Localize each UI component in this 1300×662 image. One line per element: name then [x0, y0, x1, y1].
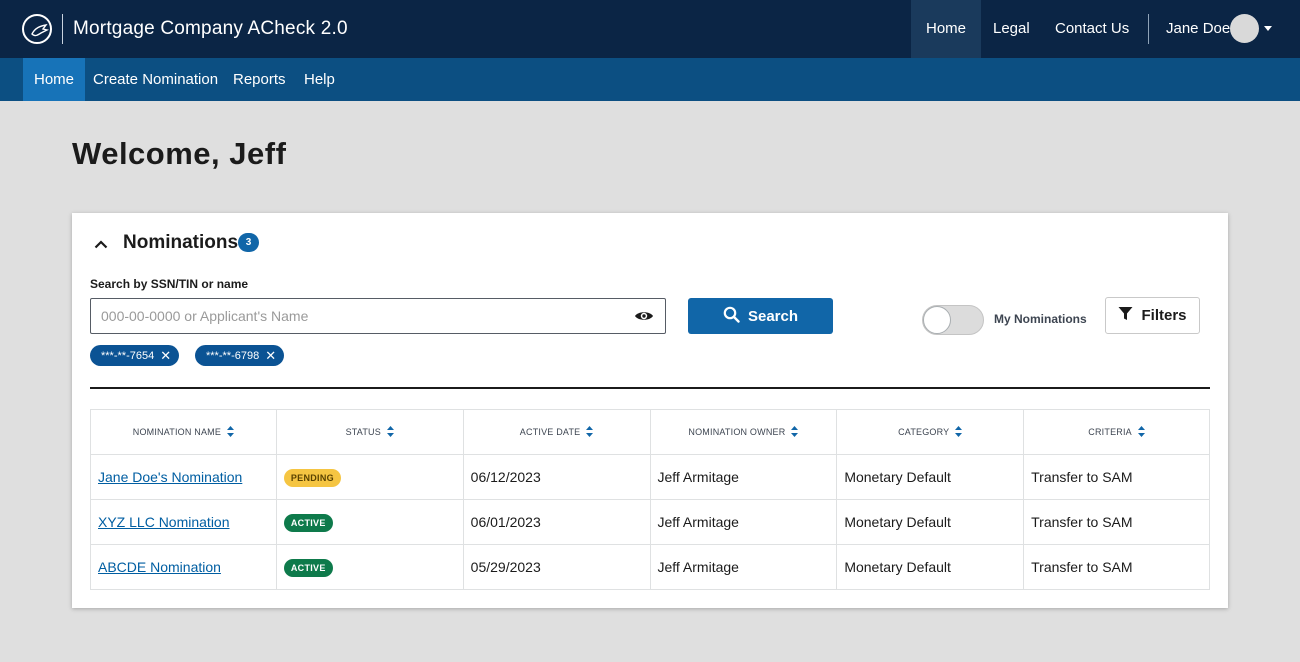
eye-icon[interactable] — [634, 309, 654, 328]
criteria-cell: Transfer to SAM — [1023, 499, 1210, 545]
chevron-down-icon[interactable] — [1264, 26, 1272, 31]
column-header-status[interactable]: STATUS — [275, 409, 464, 455]
column-header-nomination-name[interactable]: NOMINATION NAME — [90, 409, 277, 455]
column-header-active-date[interactable]: ACTIVE DATE — [462, 409, 651, 455]
status-cell: ACTIVE — [275, 544, 464, 590]
table-row: Jane Doe's Nomination PENDING 06/12/2023… — [90, 454, 1210, 500]
category-cell: Monetary Default — [836, 499, 1025, 545]
search-button-label: Search — [747, 307, 799, 325]
top-nav-home[interactable]: Home — [911, 0, 982, 58]
column-header-nomination-owner[interactable]: NOMINATION OWNER — [649, 409, 838, 455]
column-header-label: CATEGORY — [898, 426, 950, 437]
filter-chip: ***-**-6798 ✕ — [195, 345, 285, 366]
sub-nav-help[interactable]: Help — [293, 58, 346, 101]
divider — [90, 387, 1210, 389]
active-date-cell: 05/29/2023 — [462, 544, 651, 590]
company-logo-icon[interactable] — [22, 14, 52, 44]
nomination-name-cell: Jane Doe's Nomination — [90, 454, 277, 500]
status-badge: ACTIVE — [283, 513, 333, 532]
search-icon — [723, 306, 740, 327]
close-icon[interactable]: ✕ — [160, 349, 171, 362]
status-cell: ACTIVE — [275, 499, 464, 545]
nominations-panel: Nominations 3 Search by SSN/TIN or name … — [72, 213, 1228, 608]
column-header-label: ACTIVE DATE — [519, 426, 581, 437]
sort-icon[interactable] — [227, 425, 235, 439]
sub-nav-home[interactable]: Home — [23, 58, 86, 101]
sort-icon[interactable] — [791, 425, 799, 439]
chip-label: ***-**-6798 — [206, 349, 260, 362]
chevron-up-icon[interactable] — [94, 236, 108, 254]
sort-icon[interactable] — [586, 425, 594, 439]
status-badge: PENDING — [283, 468, 341, 487]
nomination-link[interactable]: XYZ LLC Nomination — [98, 514, 230, 530]
user-name[interactable]: Jane Doe — [1166, 20, 1230, 37]
nomination-link[interactable]: ABCDE Nomination — [98, 559, 221, 575]
close-icon[interactable]: ✕ — [265, 349, 276, 362]
column-header-category[interactable]: CATEGORY — [836, 409, 1025, 455]
avatar[interactable] — [1230, 14, 1259, 43]
my-nominations-label: My Nominations — [994, 312, 1087, 326]
criteria-cell: Transfer to SAM — [1023, 454, 1210, 500]
column-header-label: STATUS — [345, 426, 381, 437]
search-input[interactable] — [90, 298, 666, 334]
nominations-table: NOMINATION NAME STATUS ACTIVE DATE NOMIN… — [90, 409, 1210, 590]
search-button[interactable]: Search — [688, 298, 833, 334]
column-header-criteria[interactable]: CRITERIA — [1023, 409, 1210, 455]
count-badge: 3 — [238, 233, 259, 252]
column-header-label: NOMINATION OWNER — [688, 426, 786, 437]
my-nominations-toggle[interactable] — [922, 305, 984, 335]
nomination-link[interactable]: Jane Doe's Nomination — [98, 469, 242, 485]
sort-icon[interactable] — [386, 425, 394, 439]
category-cell: Monetary Default — [836, 454, 1025, 500]
sort-icon[interactable] — [1137, 425, 1145, 439]
chip-label: ***-**-7654 — [101, 349, 155, 362]
column-header-label: CRITERIA — [1088, 426, 1132, 437]
owner-cell: Jeff Armitage — [649, 544, 838, 590]
category-cell: Monetary Default — [836, 544, 1025, 590]
filter-icon — [1118, 306, 1133, 325]
filters-button-label: Filters — [1141, 307, 1187, 324]
sort-icon[interactable] — [955, 425, 963, 439]
active-date-cell: 06/12/2023 — [462, 454, 651, 500]
nomination-name-cell: ABCDE Nomination — [90, 544, 277, 590]
nominations-title[interactable]: Nominations — [123, 232, 238, 254]
filters-button[interactable]: Filters — [1105, 297, 1200, 334]
owner-cell: Jeff Armitage — [649, 454, 838, 500]
status-badge: ACTIVE — [283, 558, 333, 577]
status-cell: PENDING — [275, 454, 464, 500]
sub-nav-create-nomination[interactable]: Create Nomination — [82, 58, 229, 101]
nomination-name-cell: XYZ LLC Nomination — [90, 499, 277, 545]
table-row: XYZ LLC Nomination ACTIVE 06/01/2023 Jef… — [90, 499, 1210, 545]
top-bar: Mortgage Company ACheck 2.0 Home Legal C… — [0, 0, 1300, 58]
top-nav-divider — [1148, 14, 1149, 44]
sub-nav-reports[interactable]: Reports — [222, 58, 297, 101]
secondary-nav: Home Create Nomination Reports Help — [0, 58, 1300, 101]
filter-chip: ***-**-7654 ✕ — [90, 345, 180, 366]
search-label: Search by SSN/TIN or name — [90, 277, 249, 291]
brand-divider — [62, 14, 63, 44]
top-nav-contact-us[interactable]: Contact Us — [1040, 0, 1144, 58]
criteria-cell: Transfer to SAM — [1023, 544, 1210, 590]
table-row: ABCDE Nomination ACTIVE 05/29/2023 Jeff … — [90, 544, 1210, 590]
app-title[interactable]: Mortgage Company ACheck 2.0 — [73, 18, 348, 40]
page-title: Welcome, Jeff — [72, 136, 287, 171]
table-header-row: NOMINATION NAME STATUS ACTIVE DATE NOMIN… — [90, 409, 1210, 455]
toggle-knob — [923, 306, 951, 334]
owner-cell: Jeff Armitage — [649, 499, 838, 545]
top-nav-legal[interactable]: Legal — [978, 0, 1045, 58]
column-header-label: NOMINATION NAME — [132, 426, 222, 437]
active-date-cell: 06/01/2023 — [462, 499, 651, 545]
